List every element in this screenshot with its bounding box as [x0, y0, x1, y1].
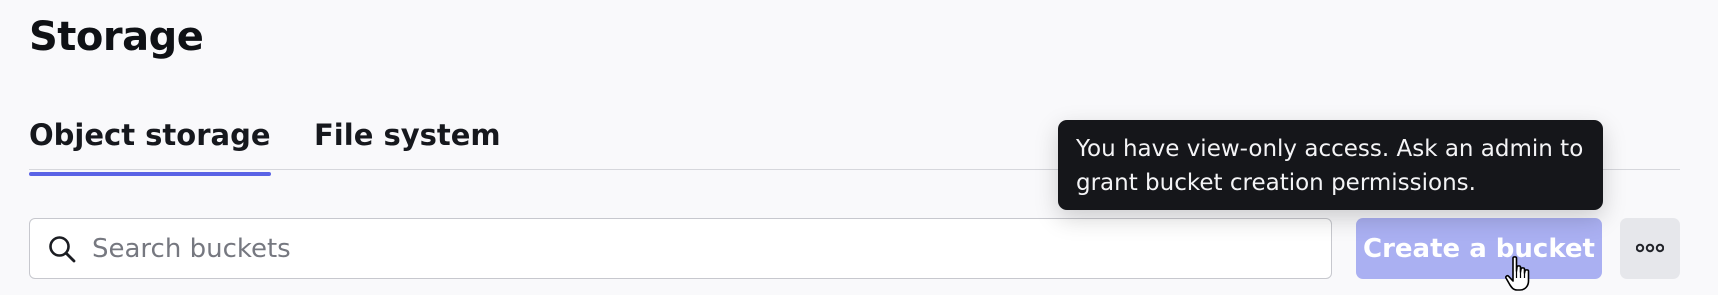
storage-page: Storage Object storage File system Creat… [0, 0, 1718, 295]
tab-object-storage[interactable]: Object storage [29, 118, 271, 176]
page-title: Storage [29, 14, 204, 60]
search-icon [44, 231, 80, 267]
search-box[interactable] [29, 218, 1332, 279]
more-horizontal-icon [1635, 241, 1665, 256]
permission-tooltip: You have view-only access. Ask an admin … [1058, 120, 1603, 210]
create-bucket-button[interactable]: Create a bucket [1356, 218, 1602, 279]
search-input[interactable] [92, 233, 1292, 264]
more-options-button[interactable] [1620, 218, 1680, 279]
tab-file-system[interactable]: File system [314, 118, 501, 166]
pointer-cursor-icon [1504, 256, 1534, 292]
